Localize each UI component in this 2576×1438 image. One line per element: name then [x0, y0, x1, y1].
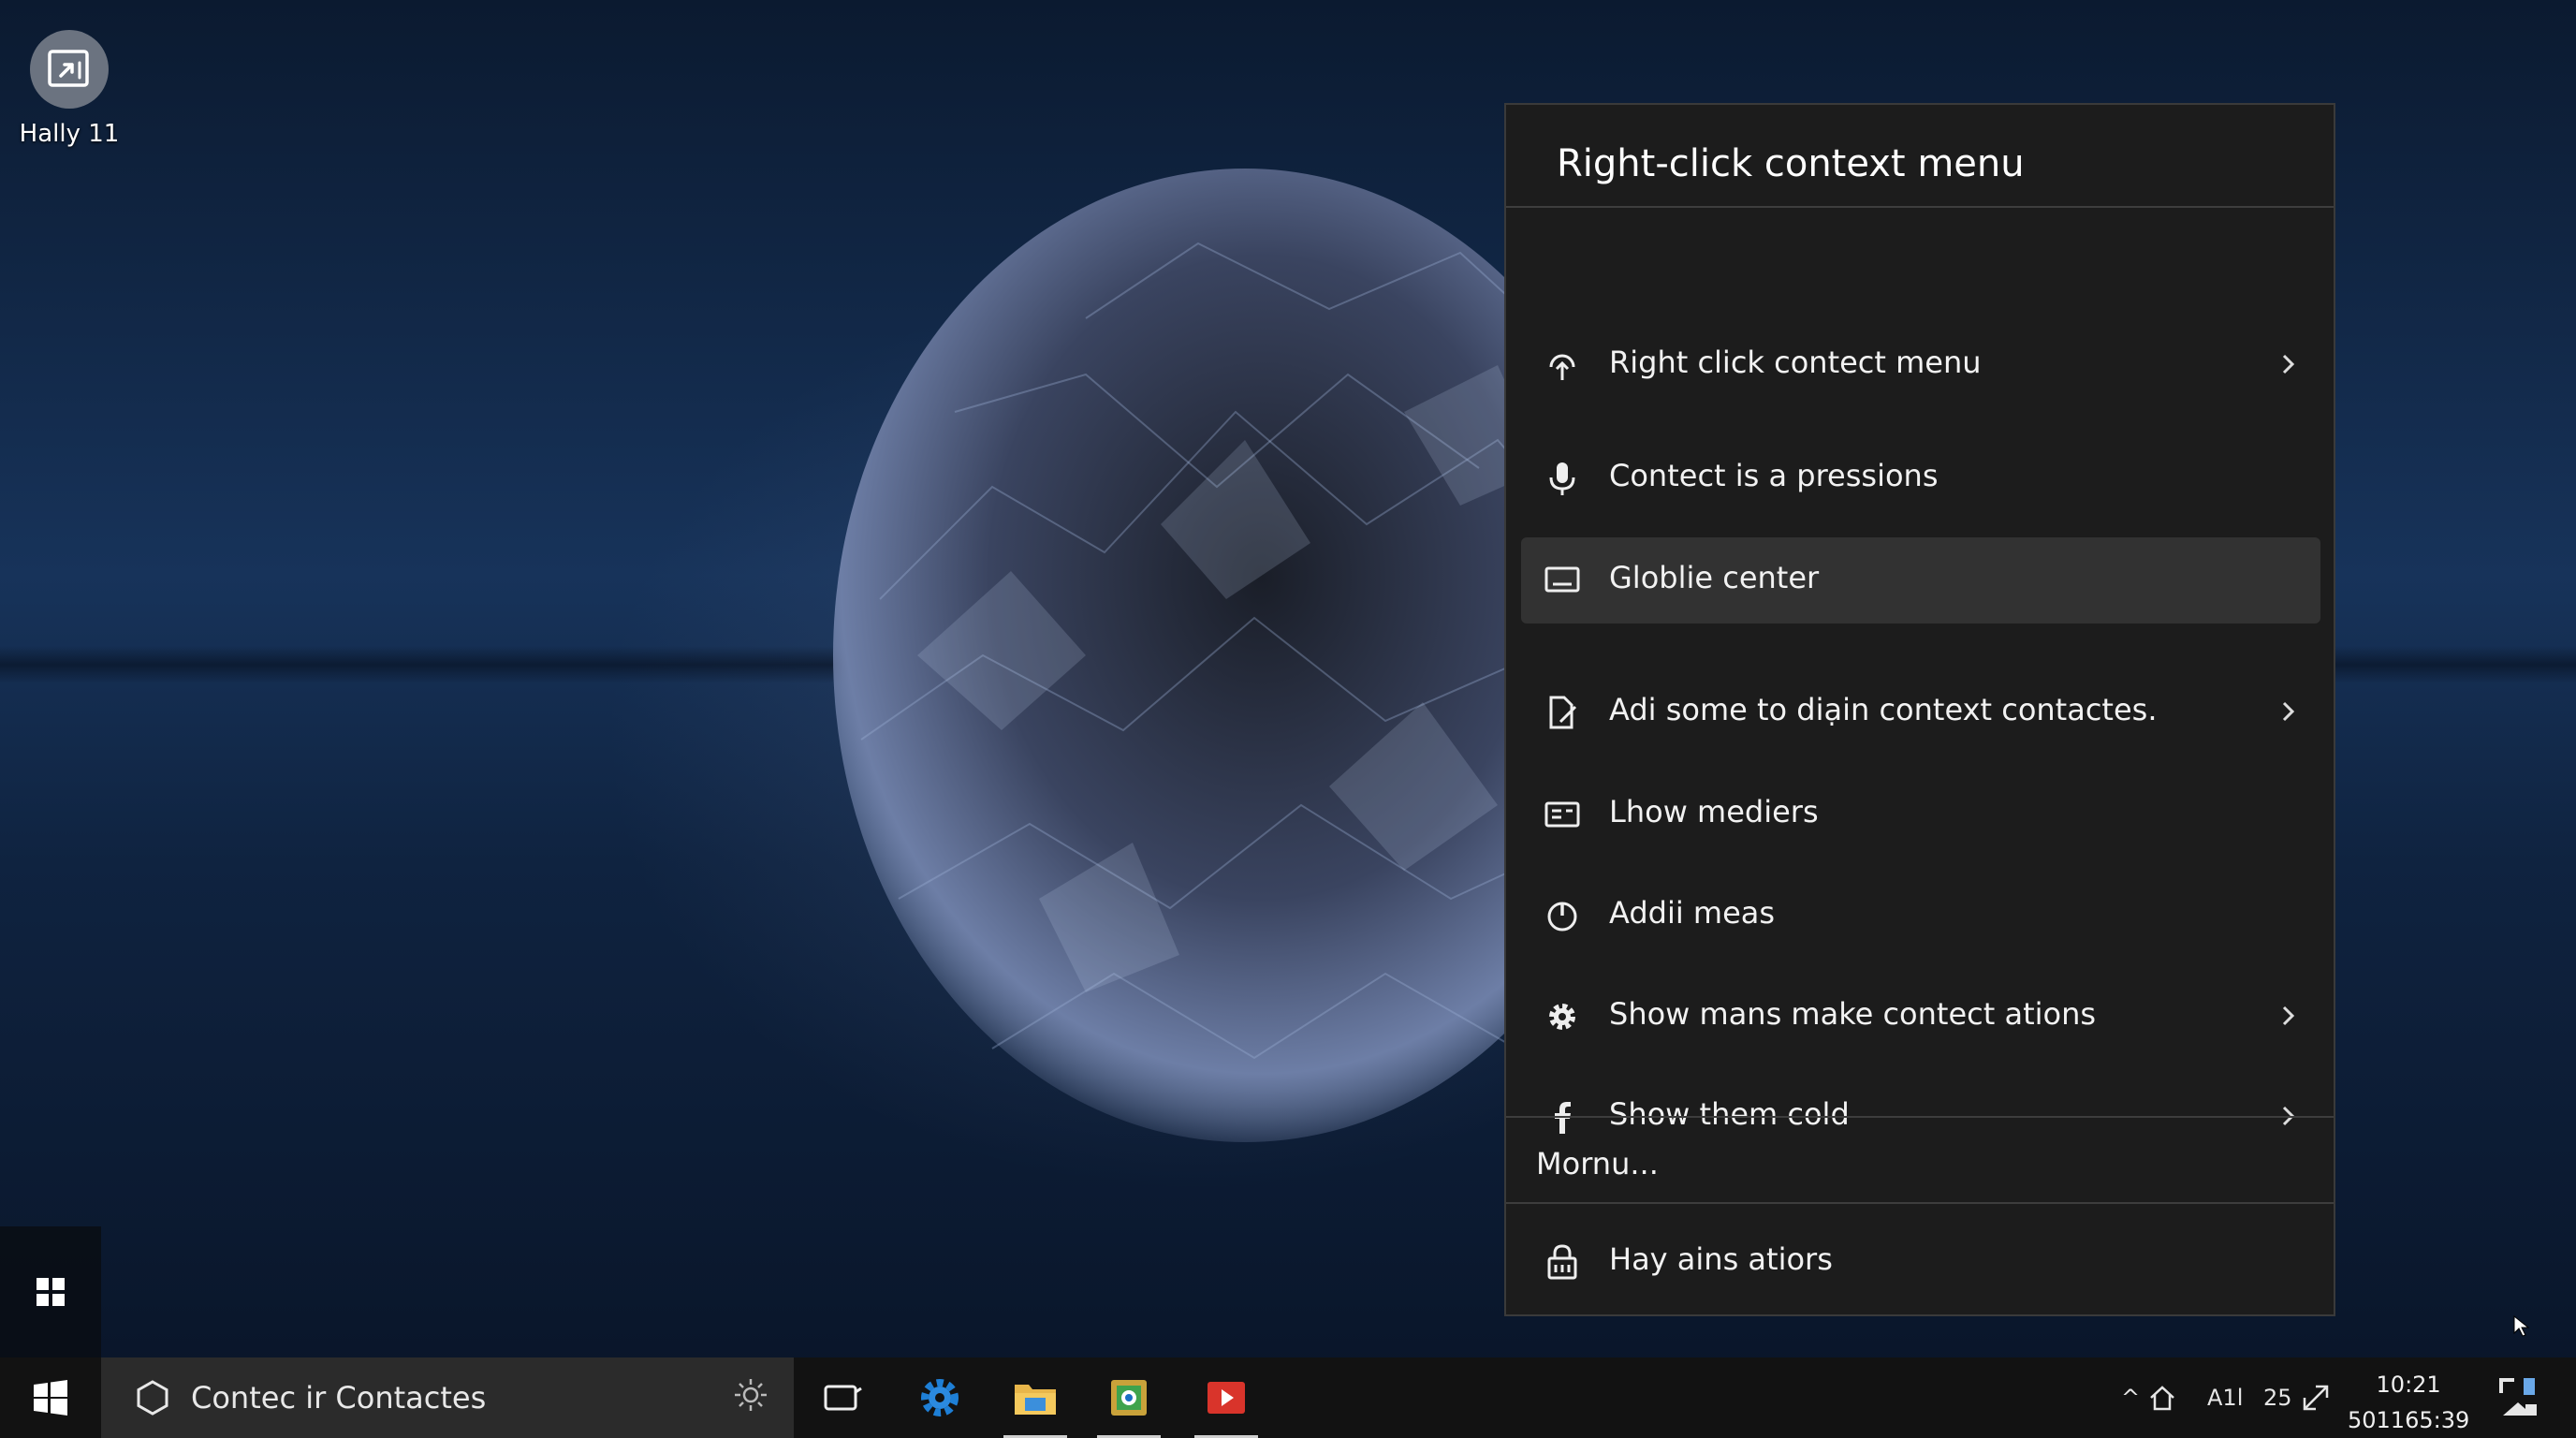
settings-app-icon: [921, 1379, 959, 1416]
task-view-icon: [824, 1385, 862, 1411]
hexagon-search-icon: [137, 1380, 168, 1416]
photos-app-button[interactable]: [1093, 1357, 1164, 1438]
monitor-icon: [1544, 566, 1580, 593]
menu-item-addii-meas[interactable]: Addii meas: [1521, 873, 2320, 959]
windows-logo-icon: [34, 1380, 67, 1416]
clock[interactable]: 10:21 501165:39: [2348, 1367, 2469, 1438]
chevron-right-icon: [2282, 1005, 2295, 1026]
chevron-right-icon: [2282, 354, 2295, 374]
menu-item-adi-some[interactable]: Adi some to diạin context contactes.: [1521, 669, 2320, 756]
grid-icon: [37, 1278, 65, 1306]
language-indicator: A1l: [2207, 1385, 2244, 1411]
tray-chevron: ^: [2121, 1385, 2141, 1411]
menu-divider: [1506, 206, 2334, 208]
notification-icon: [2499, 1378, 2537, 1416]
menu-item-label: Show mans make contect ations: [1609, 996, 2097, 1032]
menu-title: Right-click context menu: [1557, 142, 2025, 185]
menu-item-right-click-contect[interactable]: Right click contect menu: [1521, 322, 2320, 408]
menu-item-globlie-center[interactable]: Globlie center: [1521, 537, 2320, 624]
gear-icon: [1549, 1004, 1575, 1030]
tray-language[interactable]: A1l: [2207, 1357, 2243, 1438]
chevron-right-icon: [2282, 701, 2295, 722]
start-tiles-button[interactable]: [0, 1226, 101, 1357]
desktop-shortcut[interactable]: Hally 11: [13, 30, 125, 148]
menu-item-more[interactable]: Mornu...: [1536, 1146, 1659, 1181]
menu-item-hay-ains-atiors[interactable]: Hay ains atiors: [1521, 1219, 2320, 1305]
menu-item-contect-pressions[interactable]: Contect is a pressions: [1521, 435, 2320, 521]
menu-item-label: Addii meas: [1609, 895, 1776, 931]
tray-expand[interactable]: [2299, 1357, 2333, 1438]
cursor-icon: [2513, 1314, 2530, 1337]
tray-number[interactable]: 25: [2263, 1357, 2292, 1438]
notification-center-button[interactable]: [2496, 1357, 2542, 1438]
photos-app-icon: [1111, 1380, 1147, 1416]
desktop-icon-label: Hally 11: [19, 120, 120, 148]
shortcut-icon: [30, 30, 109, 109]
media-icon: [1544, 801, 1580, 828]
search-box[interactable]: Contec ir Contactes: [101, 1357, 794, 1438]
file-explorer-button[interactable]: [1000, 1357, 1071, 1438]
file-explorer-icon: [1015, 1385, 1056, 1415]
search-text: Contec ir Contactes: [191, 1380, 487, 1416]
menu-item-label: Adi some to diạin context contactes.: [1609, 692, 2158, 727]
menu-item-label: Lhow mediers: [1609, 794, 1819, 829]
tray-home[interactable]: [2147, 1357, 2177, 1438]
tray-number-label: 25: [2263, 1385, 2292, 1411]
power-icon: [1547, 902, 1577, 932]
sun-icon: [735, 1379, 767, 1411]
taskbar: Contec ir Contactes ^ A1l 25 10:21 50116…: [0, 1357, 2576, 1438]
clock-date: 501165:39: [2348, 1407, 2470, 1433]
menu-item-label: Contect is a pressions: [1609, 458, 1939, 493]
menu-item-label: Hay ains atiors: [1609, 1241, 1833, 1277]
clock-time: 10:21: [2376, 1372, 2441, 1398]
menu-item-label: Globlie center: [1609, 560, 1820, 595]
start-button[interactable]: [0, 1357, 101, 1438]
upload-icon: [1549, 354, 1575, 380]
menu-item-lhow-mediers[interactable]: Lhow mediers: [1521, 771, 2320, 858]
menu-item-label: Right click contect menu: [1609, 345, 1982, 380]
home-icon: [2150, 1386, 2174, 1411]
lock-icon: [1547, 1244, 1577, 1280]
expand-arrow-icon: [2303, 1385, 2329, 1411]
menu-divider: [1506, 1116, 2334, 1118]
document-pen-icon: [1549, 696, 1577, 729]
media-player-button[interactable]: [1191, 1357, 1262, 1438]
microphone-icon: [1549, 462, 1575, 495]
menu-item-show-mans[interactable]: Show mans make contect ations: [1521, 974, 2320, 1060]
settings-app-button[interactable]: [904, 1357, 975, 1438]
menu-item-label: Show them cold: [1609, 1096, 1850, 1132]
menu-divider: [1506, 1202, 2334, 1204]
context-menu: Right-click context menu Right click con…: [1504, 103, 2335, 1316]
tray-overflow[interactable]: ^: [2121, 1357, 2140, 1438]
media-player-icon: [1208, 1382, 1245, 1414]
task-view-button[interactable]: [807, 1357, 878, 1438]
